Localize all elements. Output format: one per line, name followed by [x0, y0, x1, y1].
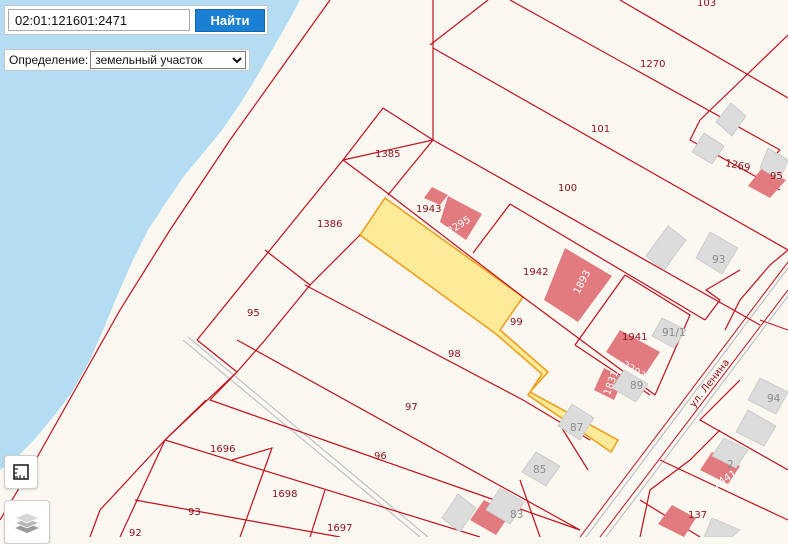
parcel-label: 83: [510, 509, 523, 521]
cadastral-number-input[interactable]: [8, 9, 190, 31]
parcel-label: 1941: [622, 332, 647, 343]
search-panel: Найти: [4, 5, 268, 35]
parcel-label: 93: [188, 507, 201, 518]
parcel-label: 101: [591, 124, 610, 135]
definition-label: Определение:: [9, 53, 89, 67]
ruler-icon: [13, 464, 29, 480]
layers-icon: [13, 512, 41, 533]
parcel-label: 1269: [724, 158, 751, 174]
parcel-label: 1270: [640, 59, 665, 70]
parcel-label: 1942: [523, 267, 548, 278]
parcel-label: 1697: [327, 523, 352, 534]
parcel-label: 99: [510, 317, 523, 328]
parcel-label: 89: [630, 380, 643, 392]
parcel-label: 1698: [272, 489, 297, 500]
parcel-label: 98: [448, 349, 461, 360]
find-button[interactable]: Найти: [195, 9, 265, 32]
parcel-label: 94: [767, 393, 781, 405]
parcel-label: 95: [770, 171, 783, 182]
parcel-label: 1386: [317, 219, 342, 230]
parcel-label: 1385: [375, 149, 400, 160]
measure-button[interactable]: [4, 455, 38, 489]
definition-panel: Определение: земельный участок: [4, 49, 250, 71]
parcel-label: 97: [405, 402, 418, 413]
parcel-label: 91/1: [662, 327, 686, 339]
parcel-label: 95: [247, 308, 260, 319]
parcel-label: 100: [558, 183, 577, 194]
parcel-label: 1696: [210, 444, 235, 455]
parcel-label: 96: [374, 451, 387, 462]
layers-button[interactable]: [4, 500, 50, 544]
parcel-label: 137: [688, 510, 707, 521]
parcel-label: 103: [697, 0, 716, 9]
cadastral-map[interactable]: 103 1270 101 1385 100 1269 95 1943 2295 …: [0, 0, 788, 537]
parcel-label: 1943: [416, 204, 441, 215]
parcel-label: 93: [712, 254, 725, 266]
parcel-label: 92: [129, 528, 142, 537]
parcel-label: 85: [533, 464, 546, 476]
definition-select[interactable]: земельный участок: [90, 51, 247, 69]
parcel-label: 87: [570, 422, 583, 434]
